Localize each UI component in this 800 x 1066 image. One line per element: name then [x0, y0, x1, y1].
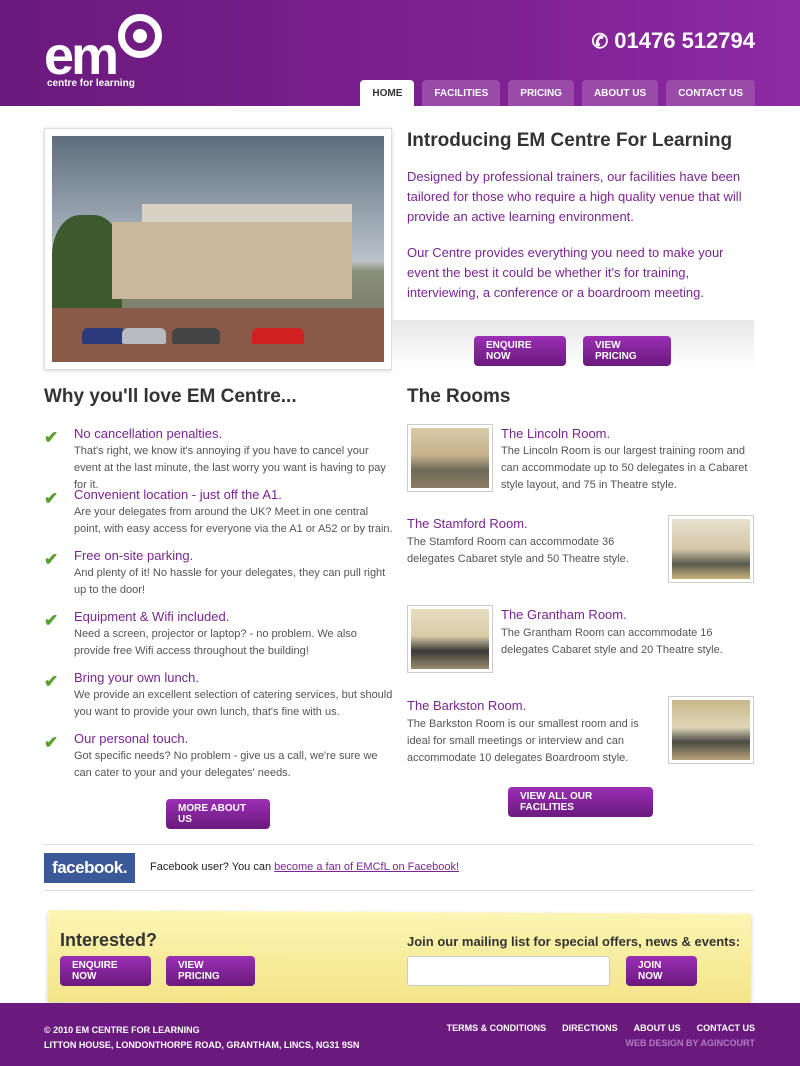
nav-tab-home[interactable]: HOME — [360, 80, 415, 106]
enquire-now-button[interactable]: ENQUIRE NOW — [474, 336, 566, 366]
stamford-room-photo[interactable] — [668, 515, 754, 583]
nav-tab-contact[interactable]: CONTACT US — [666, 80, 755, 106]
room-title[interactable]: The Stamford Room. — [407, 516, 528, 531]
mailing-list-label: Join our mailing list for special offers… — [407, 934, 741, 949]
intro-paragraph-1: Designed by professional trainers, our f… — [407, 169, 742, 224]
lincoln-room-photo[interactable] — [407, 424, 493, 492]
footer-link-terms[interactable]: TERMS & CONDITIONS — [447, 1023, 547, 1033]
phone-number[interactable]: ✆ 01476 512794 — [592, 28, 755, 54]
facebook-logo[interactable]: facebook. — [44, 853, 135, 883]
building-photo-frame — [44, 128, 392, 370]
more-about-us-button[interactable]: MORE ABOUT US — [166, 799, 270, 829]
checkmark-icon: ✔ — [44, 428, 59, 447]
feature-title: Bring your own lunch. — [74, 670, 200, 685]
checkmark-icon: ✔ — [44, 733, 59, 752]
logo-text: em — [44, 26, 119, 86]
feature-title: Our personal touch. — [74, 731, 189, 746]
view-pricing-button[interactable]: VIEW PRICING — [583, 336, 671, 366]
logo-target-icon — [118, 14, 162, 58]
footer-link-contact[interactable]: CONTACT US — [697, 1023, 755, 1033]
site-logo[interactable]: em centre for learning — [44, 14, 164, 94]
grantham-room-photo[interactable] — [407, 605, 493, 673]
room-title[interactable]: The Lincoln Room. — [501, 426, 610, 441]
feature-title: Equipment & Wifi included. — [74, 609, 230, 624]
logo-tagline: centre for learning — [47, 78, 135, 89]
feature-title: No cancellation penalties. — [74, 426, 223, 441]
checkmark-icon: ✔ — [44, 489, 59, 508]
phone-icon: ✆ — [591, 30, 609, 53]
rooms-title: The Rooms — [407, 386, 511, 407]
feature-desc: Need a screen, projector or laptop? - no… — [74, 628, 357, 657]
why-title: Why you'll love EM Centre... — [44, 386, 297, 407]
intro-title: Introducing EM Centre For Learning — [407, 130, 733, 151]
room-desc: The Grantham Room can accommodate 16 del… — [501, 627, 723, 656]
phone-text: 01476 512794 — [614, 28, 755, 53]
interested-title: Interested? — [60, 930, 158, 950]
room-desc: The Lincoln Room is our largest training… — [501, 445, 748, 491]
footer-link-directions[interactable]: DIRECTIONS — [562, 1023, 618, 1033]
feature-desc: Are your delegates from around the UK? M… — [74, 506, 393, 535]
room-desc: The Barkston Room is our smallest room a… — [407, 718, 639, 764]
room-title[interactable]: The Grantham Room. — [501, 607, 627, 622]
footer-address: LITTON HOUSE, LONDONTHORPE ROAD, GRANTHA… — [44, 1040, 360, 1050]
footer-nav: TERMS & CONDITIONS DIRECTIONS ABOUT US C… — [447, 1023, 755, 1033]
building-photo — [52, 136, 384, 362]
room-title[interactable]: The Barkston Room. — [407, 698, 526, 713]
feature-title: Convenient location - just off the A1. — [74, 487, 282, 502]
checkmark-icon: ✔ — [44, 672, 59, 691]
divider — [44, 890, 754, 891]
feature-desc: Got specific needs? No problem - give us… — [74, 750, 378, 779]
intro-paragraph-2: Our Centre provides everything you need … — [407, 245, 724, 300]
facebook-text: Facebook user? You can become a fan of E… — [150, 861, 459, 873]
room-desc: The Stamford Room can accommodate 36 del… — [407, 536, 629, 565]
checkmark-icon: ✔ — [44, 611, 59, 630]
join-now-button[interactable]: JOIN NOW — [626, 956, 697, 986]
footer-credit[interactable]: WEB DESIGN BY AGINCOURT — [625, 1038, 755, 1048]
view-pricing-button-bottom[interactable]: VIEW PRICING — [166, 956, 255, 986]
footer-link-about[interactable]: ABOUT US — [634, 1023, 681, 1033]
divider — [44, 844, 754, 845]
feature-desc: And plenty of it! No hassle for your del… — [74, 567, 386, 596]
footer-copyright: © 2010 EM CENTRE FOR LEARNING — [44, 1025, 200, 1035]
nav-tab-facilities[interactable]: FACILITIES — [422, 80, 501, 106]
feature-desc: We provide an excellent selection of cat… — [74, 689, 393, 718]
enquire-now-button-bottom[interactable]: ENQUIRE NOW — [60, 956, 151, 986]
feature-title: Free on-site parking. — [74, 548, 194, 563]
main-nav: HOME FACILITIES PRICING ABOUT US CONTACT… — [360, 80, 755, 106]
nav-tab-about[interactable]: ABOUT US — [581, 80, 659, 106]
barkston-room-photo[interactable] — [668, 696, 754, 764]
facebook-prompt: Facebook user? You can — [150, 861, 275, 873]
footer-info: © 2010 EM CENTRE FOR LEARNING LITTON HOU… — [44, 1023, 359, 1053]
intro-button-band — [392, 320, 754, 370]
facebook-fan-link[interactable]: become a fan of EMCfL on Facebook! — [274, 861, 459, 873]
checkmark-icon: ✔ — [44, 550, 59, 569]
nav-tab-pricing[interactable]: PRICING — [508, 80, 574, 106]
email-input[interactable] — [407, 956, 610, 986]
view-all-facilities-button[interactable]: VIEW ALL OUR FACILITIES — [508, 787, 653, 817]
